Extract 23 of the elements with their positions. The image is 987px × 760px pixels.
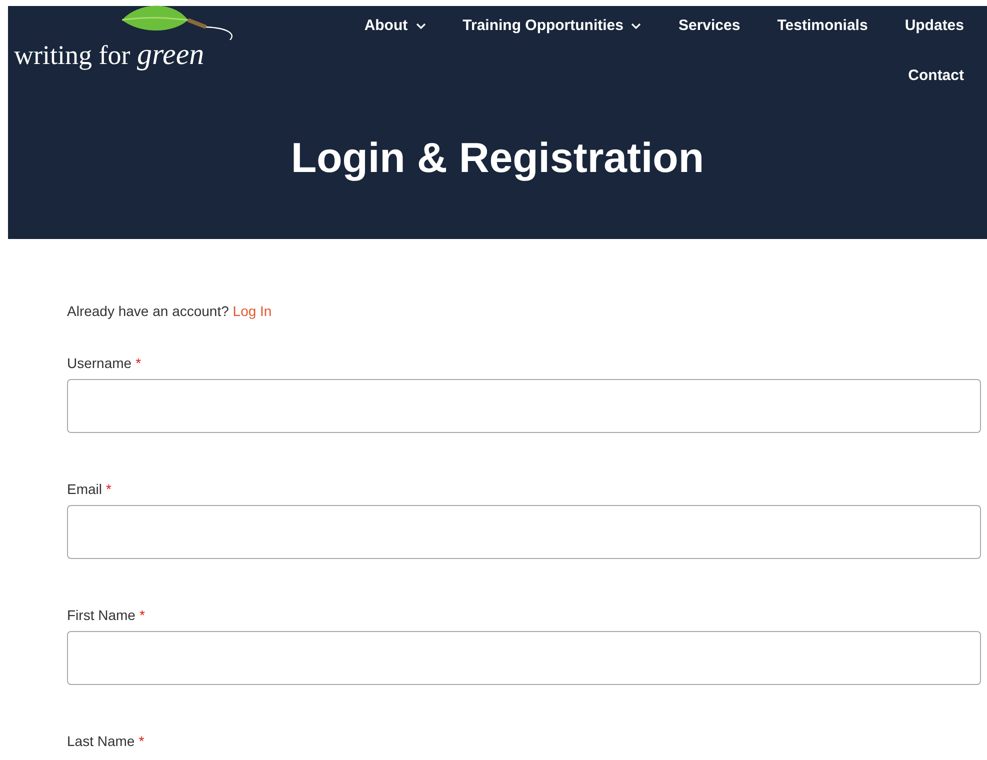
required-mark: * <box>138 733 144 749</box>
input-field[interactable] <box>67 631 981 685</box>
input-field[interactable] <box>67 505 981 559</box>
input-field[interactable] <box>67 379 981 433</box>
logo-text[interactable]: writing for green <box>14 38 204 72</box>
field-label: Username <box>67 355 132 371</box>
nav-link[interactable]: Updates <box>904 10 964 42</box>
chevron-down-icon[interactable] <box>416 23 426 29</box>
nav-link[interactable]: About <box>364 10 426 42</box>
nav-link[interactable]: Services <box>678 10 740 42</box>
field-label: First Name <box>67 607 136 623</box>
login-link[interactable]: Log In <box>232 303 272 319</box>
field-label: Email <box>67 481 102 497</box>
chevron-down-icon[interactable] <box>631 23 642 29</box>
page-title: Login & Registration <box>290 134 705 182</box>
nav-link[interactable]: Testimonials <box>777 10 868 42</box>
nav-link[interactable]: Contact <box>908 60 964 92</box>
required-mark: * <box>106 481 112 497</box>
nav-link[interactable]: Training Opportunities <box>462 10 642 42</box>
account-prompt: Already have an account? <box>67 303 229 319</box>
required-mark: * <box>136 355 142 371</box>
field-label: Last Name <box>67 733 135 749</box>
required-mark: * <box>139 607 145 623</box>
